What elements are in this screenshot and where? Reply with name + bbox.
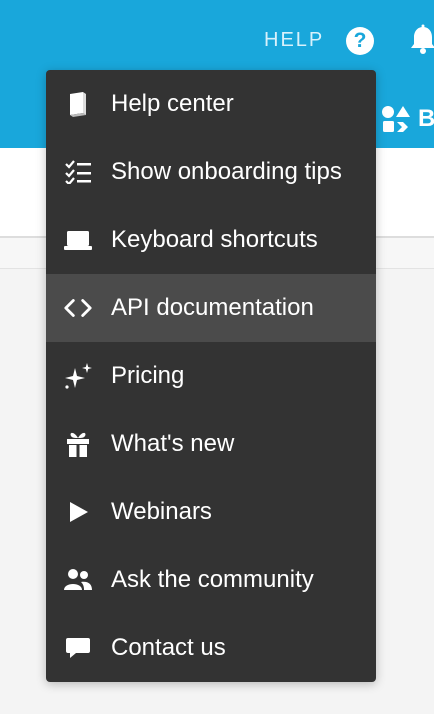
menu-item-label: Contact us [111, 634, 226, 661]
menu-item-ask-community[interactable]: Ask the community [46, 546, 376, 614]
menu-item-label: Show onboarding tips [111, 158, 342, 185]
menu-item-help-center[interactable]: Help center [46, 70, 376, 138]
shapes-icon[interactable] [381, 104, 411, 134]
menu-item-label: What's new [111, 430, 235, 457]
menu-item-pricing[interactable]: Pricing [46, 342, 376, 410]
menu-item-label: Help center [111, 90, 234, 117]
app-root: HELP ? B Help center Show onboarding tip… [0, 0, 434, 714]
users-icon [63, 568, 93, 592]
menu-item-whats-new[interactable]: What's new [46, 410, 376, 478]
menu-item-label: Ask the community [111, 566, 314, 593]
gift-icon [63, 432, 93, 457]
apps-menu-label[interactable]: B [418, 104, 434, 134]
menu-item-contact-us[interactable]: Contact us [46, 614, 376, 682]
menu-item-label: Webinars [111, 498, 212, 525]
checklist-icon [63, 160, 93, 184]
laptop-icon [63, 228, 93, 252]
play-icon [63, 500, 93, 524]
help-link[interactable]: HELP [264, 28, 324, 52]
bell-icon[interactable] [408, 24, 434, 56]
menu-item-keyboard-shortcuts[interactable]: Keyboard shortcuts [46, 206, 376, 274]
question-circle-icon[interactable]: ? [346, 27, 374, 55]
book-icon [63, 92, 93, 117]
menu-item-label: Keyboard shortcuts [111, 226, 318, 253]
menu-item-onboarding-tips[interactable]: Show onboarding tips [46, 138, 376, 206]
chat-bubble-icon [63, 636, 93, 660]
help-dropdown-menu: Help center Show onboarding tips Keyboar… [46, 70, 376, 682]
menu-item-label: Pricing [111, 362, 185, 389]
menu-item-api-documentation[interactable]: API documentation [46, 274, 376, 342]
code-icon [63, 296, 93, 320]
sparkle-icon [63, 363, 93, 389]
menu-item-webinars[interactable]: Webinars [46, 478, 376, 546]
menu-item-label: API documentation [111, 294, 314, 321]
